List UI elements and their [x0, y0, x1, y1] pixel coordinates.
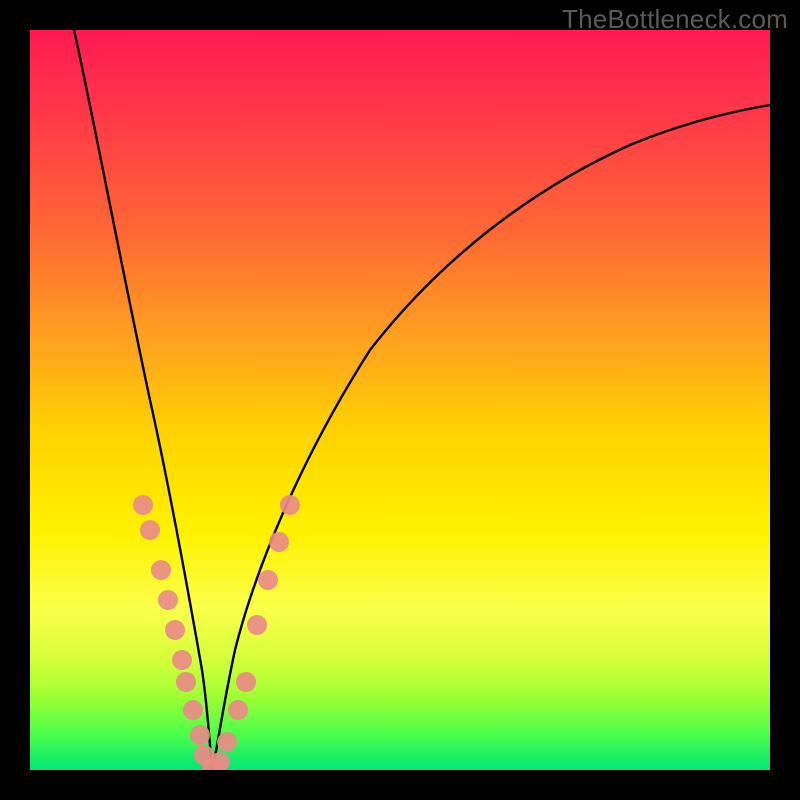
watermark-text: TheBottleneck.com [562, 4, 788, 35]
data-dots [133, 495, 300, 770]
outer-frame: TheBottleneck.com [0, 0, 800, 800]
chart-svg [30, 30, 770, 770]
plot-area [30, 30, 770, 770]
